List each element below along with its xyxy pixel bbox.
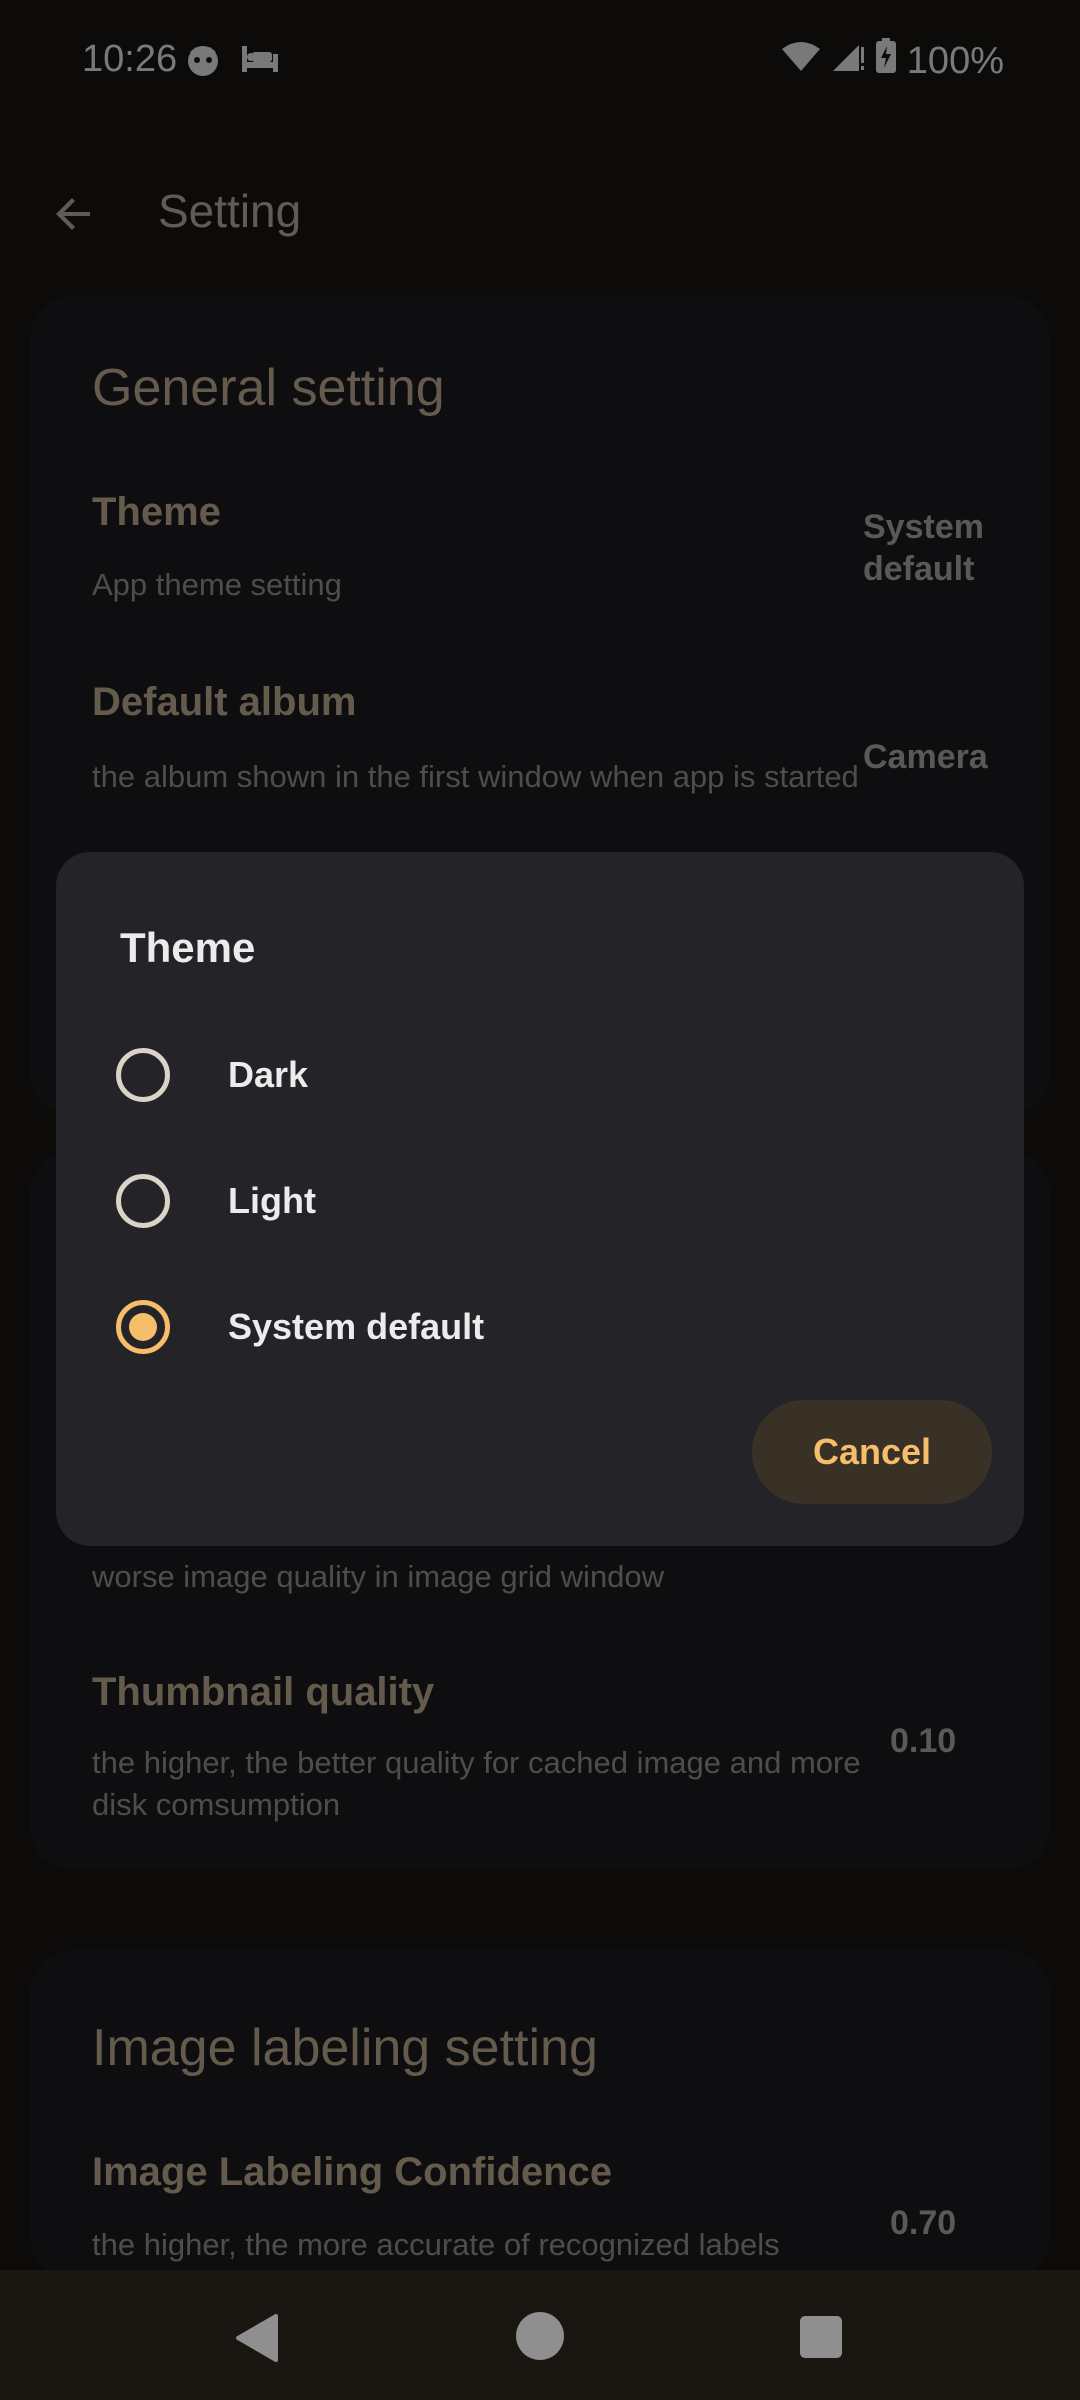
nav-recents-icon[interactable] — [800, 2316, 842, 2358]
navigation-bar — [0, 2270, 1080, 2400]
dialog-title: Theme — [120, 924, 256, 971]
radio-button-selected[interactable] — [116, 1300, 170, 1354]
nav-back-icon[interactable] — [234, 2314, 278, 2367]
cancel-button[interactable]: Cancel — [752, 1400, 992, 1504]
radio-button[interactable] — [116, 1048, 170, 1102]
option-label: Light — [228, 1180, 316, 1221]
option-label: Dark — [228, 1054, 309, 1095]
option-light[interactable]: Light — [116, 1146, 976, 1256]
option-dark[interactable]: Dark — [116, 1020, 976, 1130]
theme-dialog: Theme Dark Light System default Cancel — [56, 852, 1024, 1546]
radio-button[interactable] — [116, 1174, 170, 1228]
option-system-default[interactable]: System default — [116, 1272, 976, 1382]
nav-home-icon[interactable] — [516, 2312, 564, 2360]
option-label: System default — [228, 1306, 485, 1347]
